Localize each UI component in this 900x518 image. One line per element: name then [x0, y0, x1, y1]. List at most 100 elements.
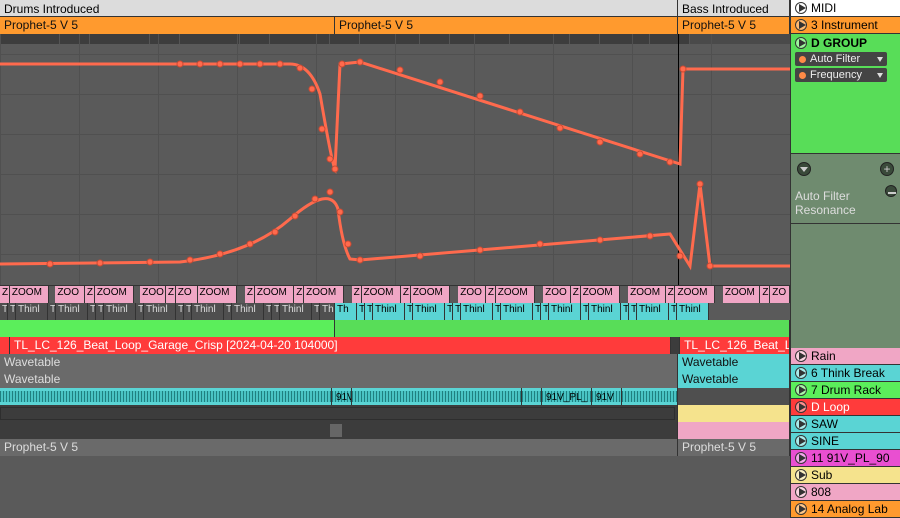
clip-zoom[interactable]: ZOOM: [628, 286, 665, 303]
clip-prophet5-c[interactable]: Prophet-5 V 5: [678, 17, 790, 34]
play-icon[interactable]: [795, 367, 807, 379]
clip-thin-active[interactable]: T: [365, 303, 373, 320]
play-icon[interactable]: [795, 2, 807, 14]
clip-thin-active[interactable]: Thinl: [461, 303, 493, 320]
play-icon[interactable]: [795, 19, 807, 31]
808-lane[interactable]: [0, 422, 790, 439]
clip-drum[interactable]: [0, 320, 335, 337]
clip-808-b[interactable]: [678, 422, 790, 439]
clip-thin[interactable]: T: [184, 303, 192, 320]
clip-thin[interactable]: T: [88, 303, 96, 320]
play-icon[interactable]: [795, 384, 807, 396]
chevron-down-icon[interactable]: [877, 57, 883, 62]
remove-lane-icon[interactable]: [885, 185, 897, 197]
play-icon[interactable]: [795, 37, 807, 49]
clip-prophet5-a[interactable]: Prophet-5 V 5: [0, 17, 335, 34]
device-auto-filter[interactable]: Auto Filter: [795, 52, 887, 66]
clip-plk[interactable]: [352, 388, 522, 405]
automation-lane[interactable]: [0, 34, 790, 286]
track-header-d-group[interactable]: D GROUP Auto Filter Frequency: [790, 34, 900, 154]
clip-thin-active[interactable]: T: [357, 303, 365, 320]
clip-sub[interactable]: [0, 405, 678, 422]
clip-thin[interactable]: T: [264, 303, 272, 320]
clip-thin[interactable]: T: [176, 303, 184, 320]
clip-zoom[interactable]: Z: [245, 286, 255, 303]
automation-param-resonance[interactable]: Auto Filter Resonance: [790, 182, 900, 224]
clip-thin[interactable]: Thinl: [16, 303, 48, 320]
clip-zoom[interactable]: ZO: [770, 286, 790, 303]
clip-zoom[interactable]: ZOOM: [581, 286, 620, 303]
clip-zoom[interactable]: ZO: [176, 286, 198, 303]
clip-zoom[interactable]: Z: [352, 286, 362, 303]
clip-zoom[interactable]: Z: [85, 286, 95, 303]
clip-zoom[interactable]: ZOO: [543, 286, 571, 303]
saw-lane[interactable]: Wavetable Wavetable: [0, 354, 790, 371]
clip-analog-b[interactable]: Prophet-5 V 5: [678, 439, 790, 456]
clip-thin[interactable]: T: [96, 303, 104, 320]
play-icon[interactable]: [795, 435, 807, 447]
track-header-drum-rack[interactable]: 7 Drum Rack: [790, 382, 900, 399]
clip-thin-active[interactable]: Thinl: [373, 303, 405, 320]
clip-plk[interactable]: [0, 388, 332, 405]
clip-808[interactable]: [0, 422, 678, 439]
clip-thin-active[interactable]: T: [541, 303, 549, 320]
clip-thin[interactable]: Thinl: [192, 303, 224, 320]
clip-thin[interactable]: Thinl: [144, 303, 176, 320]
clip-analog[interactable]: Prophet-5 V 5: [0, 439, 678, 456]
clip-plk[interactable]: [622, 388, 678, 405]
clip-zoom[interactable]: Z: [760, 286, 770, 303]
thinkbreak-clip-row[interactable]: T T Thinl T Thinl T T Thinl T Thinl T T …: [0, 303, 790, 320]
track-header-plk[interactable]: 11 91V_PL_90: [790, 450, 900, 467]
track-header-saw[interactable]: SAW: [790, 416, 900, 433]
clip-thin-active[interactable]: T: [445, 303, 453, 320]
drum-rack-lane[interactable]: [0, 320, 790, 337]
clip-zoom[interactable]: ZOOM: [411, 286, 450, 303]
play-icon[interactable]: [795, 401, 807, 413]
fold-down-icon[interactable]: [797, 162, 811, 176]
track-header-808[interactable]: 808: [790, 484, 900, 501]
clip-zoom[interactable]: Z: [666, 286, 676, 303]
clip-zoom[interactable]: ZOOM: [10, 286, 49, 303]
clip-dloop[interactable]: TL_LC_126_Beat_Loop_Garage_Crisp [2024-0…: [10, 337, 671, 354]
clip-zoom[interactable]: ZOOM: [304, 286, 343, 303]
clip-plk[interactable]: 91V: [592, 388, 622, 405]
clip-thin[interactable]: Thi: [320, 303, 335, 320]
clip-sub-b[interactable]: [678, 405, 790, 422]
track-header-instrument[interactable]: 3 Instrument: [790, 17, 900, 34]
clip-thin-active[interactable]: T: [493, 303, 501, 320]
clip-zoom[interactable]: ZOOM: [723, 286, 760, 303]
clip-wavetable-saw-b[interactable]: Wavetable: [678, 354, 790, 371]
clip-thin-active[interactable]: Thinl: [637, 303, 669, 320]
clip-thin[interactable]: Thinl: [280, 303, 312, 320]
locator-drums-introduced[interactable]: Drums Introduced: [0, 0, 678, 16]
clip-thin[interactable]: Thinl: [104, 303, 136, 320]
clip-thin-active[interactable]: T: [581, 303, 589, 320]
clip-thin[interactable]: T: [272, 303, 280, 320]
clip-thin[interactable]: T: [8, 303, 16, 320]
track-header-think-break[interactable]: 6 Think Break: [790, 365, 900, 382]
play-icon[interactable]: [795, 503, 807, 515]
clip-thin[interactable]: Thinl: [56, 303, 88, 320]
play-icon[interactable]: [795, 452, 807, 464]
chevron-down-icon[interactable]: [877, 73, 883, 78]
clip-thin-active[interactable]: T: [669, 303, 677, 320]
track-header-midi[interactable]: MIDI: [790, 0, 900, 17]
clip-thin-active[interactable]: Th: [335, 303, 357, 320]
plk-lane[interactable]: 91V 91V_PL_ 91V: [0, 388, 790, 405]
clip-thin[interactable]: T: [224, 303, 232, 320]
clip-plk[interactable]: 91V_PL_: [542, 388, 592, 405]
clip-wavetable-saw[interactable]: Wavetable: [0, 354, 678, 371]
add-lane-icon[interactable]: +: [880, 162, 894, 176]
clip-thin-active[interactable]: Thinl: [677, 303, 709, 320]
clip-zoom[interactable]: ZOOM: [496, 286, 535, 303]
play-icon[interactable]: [795, 486, 807, 498]
analog-lane[interactable]: Prophet-5 V 5 Prophet-5 V 5: [0, 439, 790, 456]
clip-zoom[interactable]: ZOO: [458, 286, 486, 303]
clip-thin-active[interactable]: Thinl: [501, 303, 533, 320]
clip-thin[interactable]: T: [136, 303, 144, 320]
device-param-frequency[interactable]: Frequency: [795, 68, 887, 82]
clip-dloop-edge[interactable]: [0, 337, 10, 354]
clip-zoom[interactable]: ZOOM: [95, 286, 134, 303]
clip-thin-active[interactable]: Thinl: [589, 303, 621, 320]
rain-clip-row[interactable]: Z ZOOM ZOO Z ZOOM ZOO Z ZO ZOOM Z ZOOM Z…: [0, 286, 790, 303]
